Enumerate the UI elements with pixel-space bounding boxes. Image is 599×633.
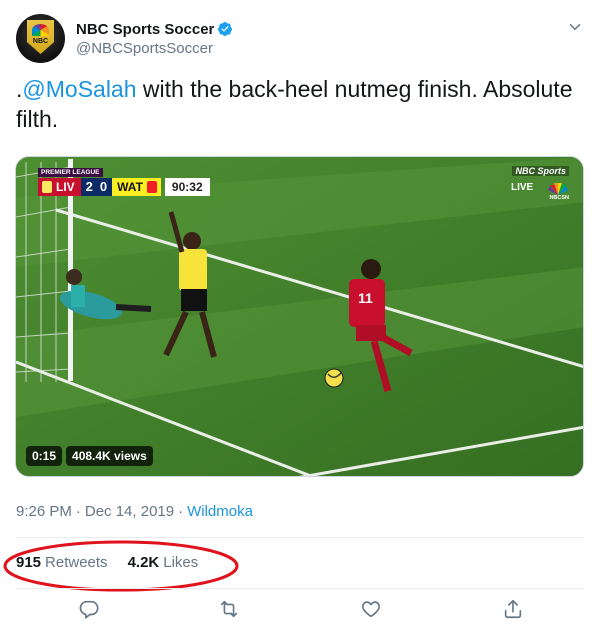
- chevron-down-icon[interactable]: [566, 18, 584, 36]
- away-score: 0: [99, 179, 108, 194]
- tweet-actions: [16, 598, 584, 624]
- video-player[interactable]: 11 PREMIER LEAGUE LIV 2 0 WAT 90:32 NBC …: [15, 156, 584, 477]
- video-frame: 11: [16, 157, 583, 476]
- peacock-icon: [32, 24, 49, 36]
- tweet-time[interactable]: 9:26 PM: [16, 503, 72, 520]
- broadcaster-bug: NBC Sports LIVE NBCSN: [509, 166, 569, 201]
- verified-badge-icon: [218, 22, 233, 36]
- tweet-date[interactable]: Dec 14, 2019: [85, 503, 174, 520]
- handle[interactable]: @NBCSportsSoccer: [76, 40, 233, 57]
- avatar[interactable]: NBC: [16, 14, 65, 63]
- meta-separator: ·: [178, 503, 184, 520]
- tweet-source[interactable]: Wildmoka: [187, 503, 253, 520]
- match-clock: 90:32: [164, 178, 210, 196]
- home-score: 2: [85, 179, 93, 194]
- mention-link[interactable]: @MoSalah: [22, 76, 136, 102]
- share-icon[interactable]: [502, 598, 524, 620]
- broadcaster-name: NBC Sports: [512, 166, 569, 176]
- account-info[interactable]: NBC Sports Soccer @NBCSportsSoccer: [76, 19, 233, 57]
- meta-separator: ·: [75, 503, 81, 520]
- video-duration: 0:15: [26, 446, 63, 466]
- avatar-text: NBC: [32, 38, 49, 45]
- away-team: WAT: [112, 178, 161, 196]
- live-label: LIVE: [511, 182, 534, 193]
- tweet-meta: 9:26 PM · Dec 14, 2019 · Wildmoka: [16, 503, 253, 520]
- retweet-icon[interactable]: [218, 598, 240, 620]
- display-name[interactable]: NBC Sports Soccer: [76, 21, 214, 38]
- score: 2 0: [80, 178, 113, 196]
- heart-icon[interactable]: [360, 598, 382, 620]
- network-label: NBCSN: [549, 195, 569, 201]
- view-count: 408.4K views: [66, 446, 153, 466]
- reply-icon[interactable]: [78, 598, 100, 620]
- league-label: PREMIER LEAGUE: [38, 168, 103, 177]
- divider: [16, 537, 584, 538]
- player-number: 11: [358, 290, 373, 306]
- annotation-circle: [3, 540, 239, 592]
- divider: [16, 588, 584, 589]
- tweet-text: .@MoSalah with the back-heel nutmeg fini…: [16, 74, 586, 134]
- home-team: LIV: [38, 178, 81, 196]
- video-info: 0:15 408.4K views: [26, 446, 153, 466]
- tweet-header: NBC NBC Sports Soccer @NBCSportsSoccer: [16, 14, 584, 66]
